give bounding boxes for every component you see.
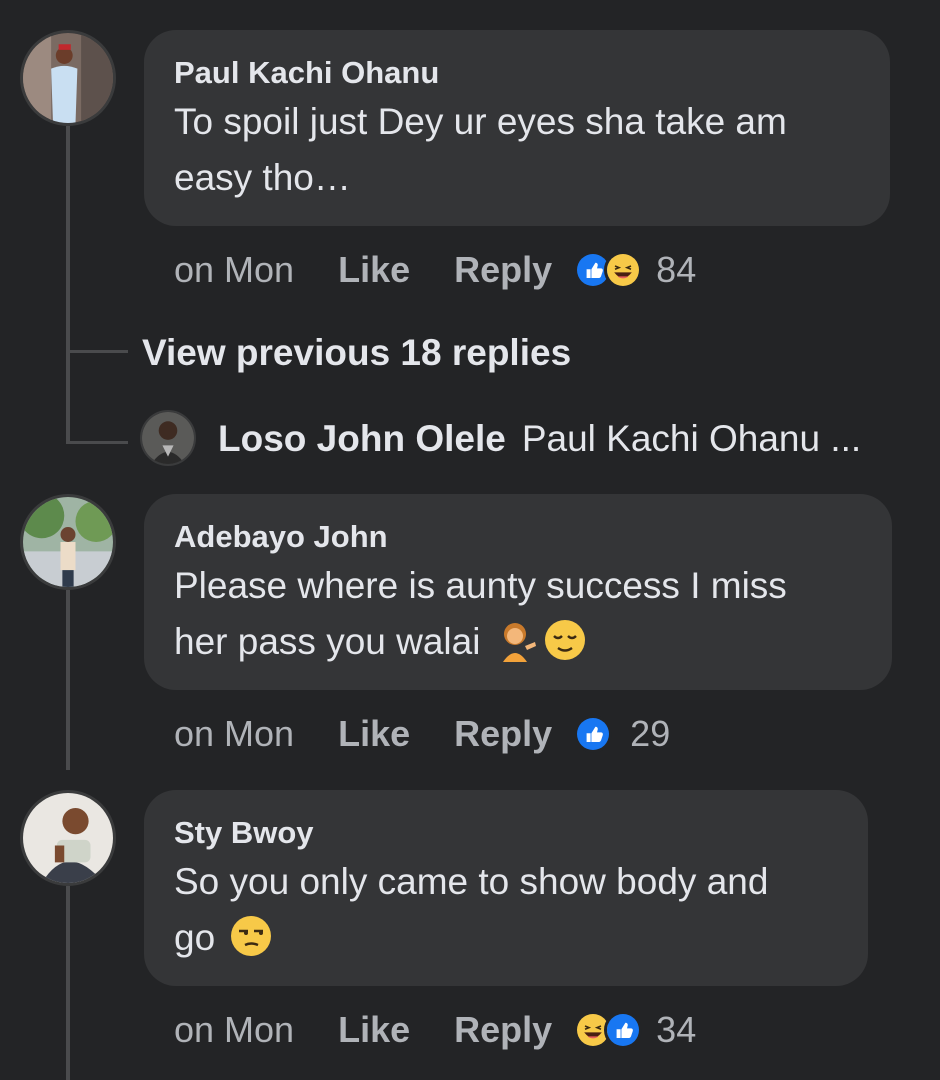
woman-tipping-hand-emoji	[495, 618, 539, 662]
comment-author[interactable]: Sty Bwoy	[174, 814, 838, 852]
comment-text-line: her pass you walai	[174, 614, 862, 670]
comment-actions: on Mon Like Reply 84	[174, 248, 696, 292]
like-button[interactable]: Like	[338, 248, 410, 292]
comment-bubble: Sty Bwoy So you only came to show body a…	[144, 790, 868, 986]
comment-actions: on Mon Like Reply 29	[174, 712, 670, 756]
thread-connector	[66, 350, 128, 353]
reply-snippet: Paul Kachi Ohanu ...	[521, 418, 862, 459]
comment-author[interactable]: Adebayo John	[174, 518, 862, 556]
comment-text: To spoil just Dey ur eyes sha take am ea…	[174, 94, 860, 206]
like-button[interactable]: Like	[338, 1008, 410, 1052]
comment-text-fragment: her pass you walai	[174, 621, 481, 662]
comment-time[interactable]: on Mon	[174, 712, 294, 756]
comment-time[interactable]: on Mon	[174, 1008, 294, 1052]
collapsed-reply[interactable]: Loso John Olele Paul Kachi Ohanu ...	[218, 418, 861, 460]
reply-button[interactable]: Reply	[454, 1008, 552, 1052]
thread-connector	[66, 441, 128, 444]
reply-button[interactable]: Reply	[454, 248, 552, 292]
relieved-face-emoji	[543, 618, 587, 662]
comment-author[interactable]: Paul Kachi Ohanu	[174, 54, 860, 92]
comment-text-line: To spoil just Dey ur eyes sha take am	[174, 101, 787, 142]
like-button[interactable]: Like	[338, 712, 410, 756]
comment-bubble: Paul Kachi Ohanu To spoil just Dey ur ey…	[144, 30, 890, 226]
comment-text: Please where is aunty success I miss her…	[174, 558, 862, 670]
thread-line	[66, 886, 70, 1080]
comment-time[interactable]: on Mon	[174, 248, 294, 292]
like-reaction-icon	[604, 1011, 643, 1049]
comment-text-line: easy tho…	[174, 157, 351, 198]
reaction-count: 34	[656, 1009, 697, 1050]
comment-text-fragment: go	[174, 917, 216, 958]
comment-text-line: Please where is aunty success I miss	[174, 565, 787, 606]
comment-text: So you only came to show body and go	[174, 854, 838, 966]
reaction-count: 84	[656, 249, 697, 290]
unamused-face-emoji	[229, 914, 273, 958]
reaction-summary[interactable]: 84	[574, 248, 696, 292]
comment-text-line: So you only came to show body and	[174, 861, 769, 902]
avatar[interactable]	[140, 410, 196, 466]
comment-actions: on Mon Like Reply 34	[174, 1008, 696, 1052]
avatar[interactable]	[20, 494, 116, 590]
like-reaction-icon	[574, 715, 613, 753]
reaction-count: 29	[630, 713, 671, 754]
avatar[interactable]	[20, 790, 116, 886]
comment-bubble: Adebayo John Please where is aunty succe…	[144, 494, 892, 690]
view-previous-replies-link[interactable]: View previous 18 replies	[142, 332, 571, 374]
reply-author[interactable]: Loso John Olele	[218, 418, 506, 460]
thread-line	[66, 590, 70, 770]
reaction-summary[interactable]: 29	[574, 712, 670, 756]
haha-reaction-icon	[604, 251, 643, 289]
avatar[interactable]	[20, 30, 116, 126]
thread-line	[66, 126, 70, 444]
comment-text-line: go	[174, 910, 838, 966]
reaction-summary[interactable]: 34	[574, 1008, 696, 1052]
reply-button[interactable]: Reply	[454, 712, 552, 756]
